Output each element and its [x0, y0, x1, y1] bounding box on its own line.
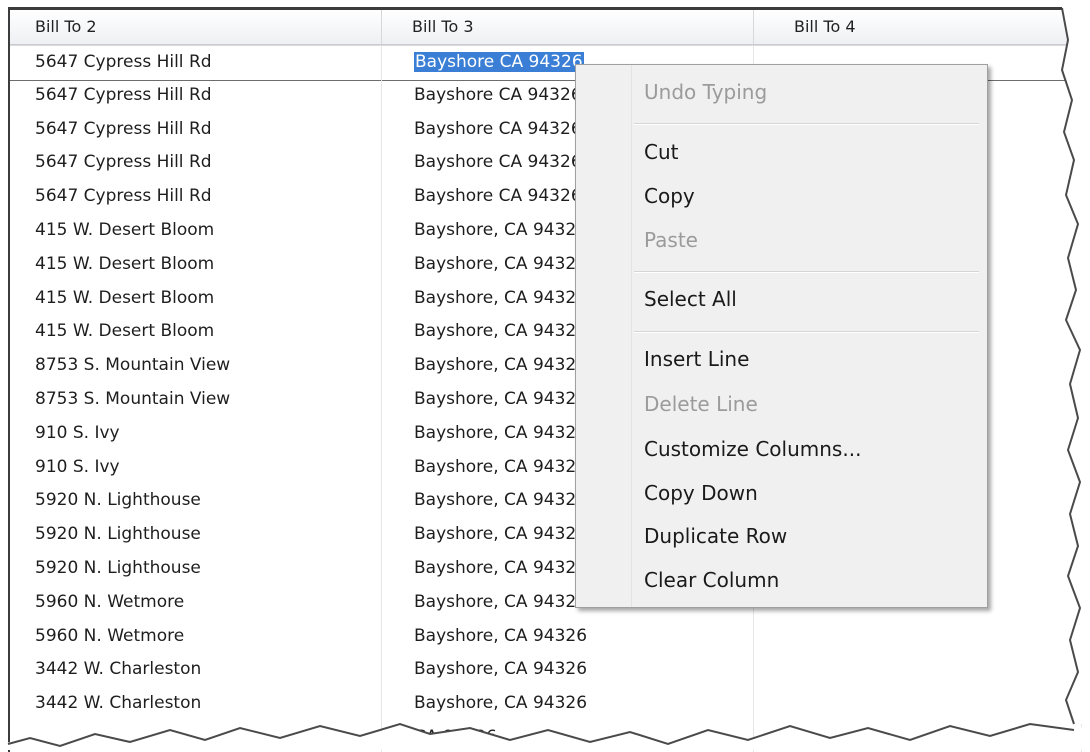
- cell-bill-to-2[interactable]: 5647 Cypress Hill Rd: [10, 112, 382, 147]
- table-row[interactable]: 5960 N. Wetmore Bayshore, CA 94326: [10, 619, 1082, 654]
- menu-item-copy-down[interactable]: Copy Down: [644, 476, 758, 510]
- menu-separator: [634, 271, 979, 273]
- cell-bill-to-2[interactable]: 5647 Cypress Hill Rd: [10, 146, 382, 181]
- table-row[interactable]: 3442 W. Charleston Bayshore, CA 94326: [10, 687, 1082, 721]
- cell-bill-to-2[interactable]: 3442 W. Charleston: [10, 653, 382, 688]
- cell-bill-to-3[interactable]: Bayshore, CA 94326: [382, 653, 754, 688]
- cell-bill-to-2[interactable]: 415 W. Desert Bloom: [10, 315, 382, 350]
- column-header-row: Bill To 2 Bill To 3 Bill To 4: [10, 10, 1082, 45]
- column-header-bill-to-3[interactable]: Bill To 3: [382, 10, 754, 44]
- menu-item-customize-columns[interactable]: Customize Columns...: [644, 432, 861, 466]
- cell-bill-to-3[interactable]: Bayshore, CA 94326: [382, 687, 754, 721]
- cell-bill-to-2[interactable]: 5920 N. Lighthouse: [10, 518, 382, 552]
- cell-bill-to-2[interactable]: 5647 Cypress Hill Rd: [10, 46, 382, 80]
- cell-bill-to-2[interactable]: 415 W. Desert Bloom: [10, 281, 382, 316]
- cell-bill-to-2[interactable]: 5647 Cypress Hill Rd: [10, 78, 382, 113]
- menu-item-delete-line[interactable]: Delete Line: [644, 387, 758, 421]
- cell-bill-to-2[interactable]: 910 S. Ivy: [10, 450, 382, 485]
- cell-bill-to-3[interactable]: Bayshore, CA 94326: [382, 619, 754, 654]
- menu-item-undo-typing[interactable]: Undo Typing: [644, 75, 767, 109]
- cell-bill-to-2[interactable]: 910 S. Ivy: [10, 416, 382, 451]
- menu-separator: [634, 331, 979, 333]
- context-menu: Undo Typing Cut Copy Paste Select All In…: [575, 64, 988, 608]
- menu-item-clear-column[interactable]: Clear Column: [644, 563, 779, 597]
- cell-bill-to-2[interactable]: 5960 N. Wetmore: [10, 585, 382, 620]
- menu-item-copy[interactable]: Copy: [644, 179, 695, 213]
- cell-bill-to-4[interactable]: [754, 687, 1082, 721]
- selected-text[interactable]: Bayshore CA 94326: [414, 52, 584, 72]
- cell-bill-to-2[interactable]: [10, 721, 382, 752]
- cell-bill-to-4[interactable]: [754, 619, 1082, 654]
- cell-bill-to-4[interactable]: [754, 721, 1082, 752]
- column-header-bill-to-2[interactable]: Bill To 2: [10, 10, 382, 44]
- menu-item-cut[interactable]: Cut: [644, 135, 678, 169]
- cell-bill-to-2[interactable]: 5920 N. Lighthouse: [10, 484, 382, 519]
- cell-bill-to-2[interactable]: 8753 S. Mountain View: [10, 383, 382, 417]
- table-row[interactable]: 3442 W. Charleston Bayshore, CA 94326: [10, 653, 1082, 688]
- cell-bill-to-2[interactable]: 415 W. Desert Bloom: [10, 247, 382, 282]
- cell-bill-to-2[interactable]: 5920 N. Lighthouse: [10, 552, 382, 586]
- cell-bill-to-2[interactable]: 3442 W. Charleston: [10, 687, 382, 721]
- cell-bill-to-4[interactable]: [754, 653, 1082, 688]
- menu-item-select-all[interactable]: Select All: [644, 282, 737, 316]
- cell-bill-to-2[interactable]: 5960 N. Wetmore: [10, 619, 382, 654]
- cell-bill-to-2[interactable]: 415 W. Desert Bloom: [10, 214, 382, 248]
- menu-separator: [634, 123, 979, 125]
- menu-item-paste[interactable]: Paste: [644, 223, 698, 257]
- table-row[interactable]: CA 94326: [10, 721, 1082, 752]
- menu-item-duplicate-row[interactable]: Duplicate Row: [644, 519, 787, 553]
- column-header-bill-to-4[interactable]: Bill To 4: [754, 10, 1082, 44]
- cell-bill-to-2[interactable]: 8753 S. Mountain View: [10, 349, 382, 383]
- menu-item-insert-line[interactable]: Insert Line: [644, 342, 749, 376]
- menu-icon-gutter: [576, 65, 632, 607]
- cell-bill-to-3[interactable]: CA 94326: [382, 721, 754, 752]
- cell-bill-to-2[interactable]: 5647 Cypress Hill Rd: [10, 180, 382, 214]
